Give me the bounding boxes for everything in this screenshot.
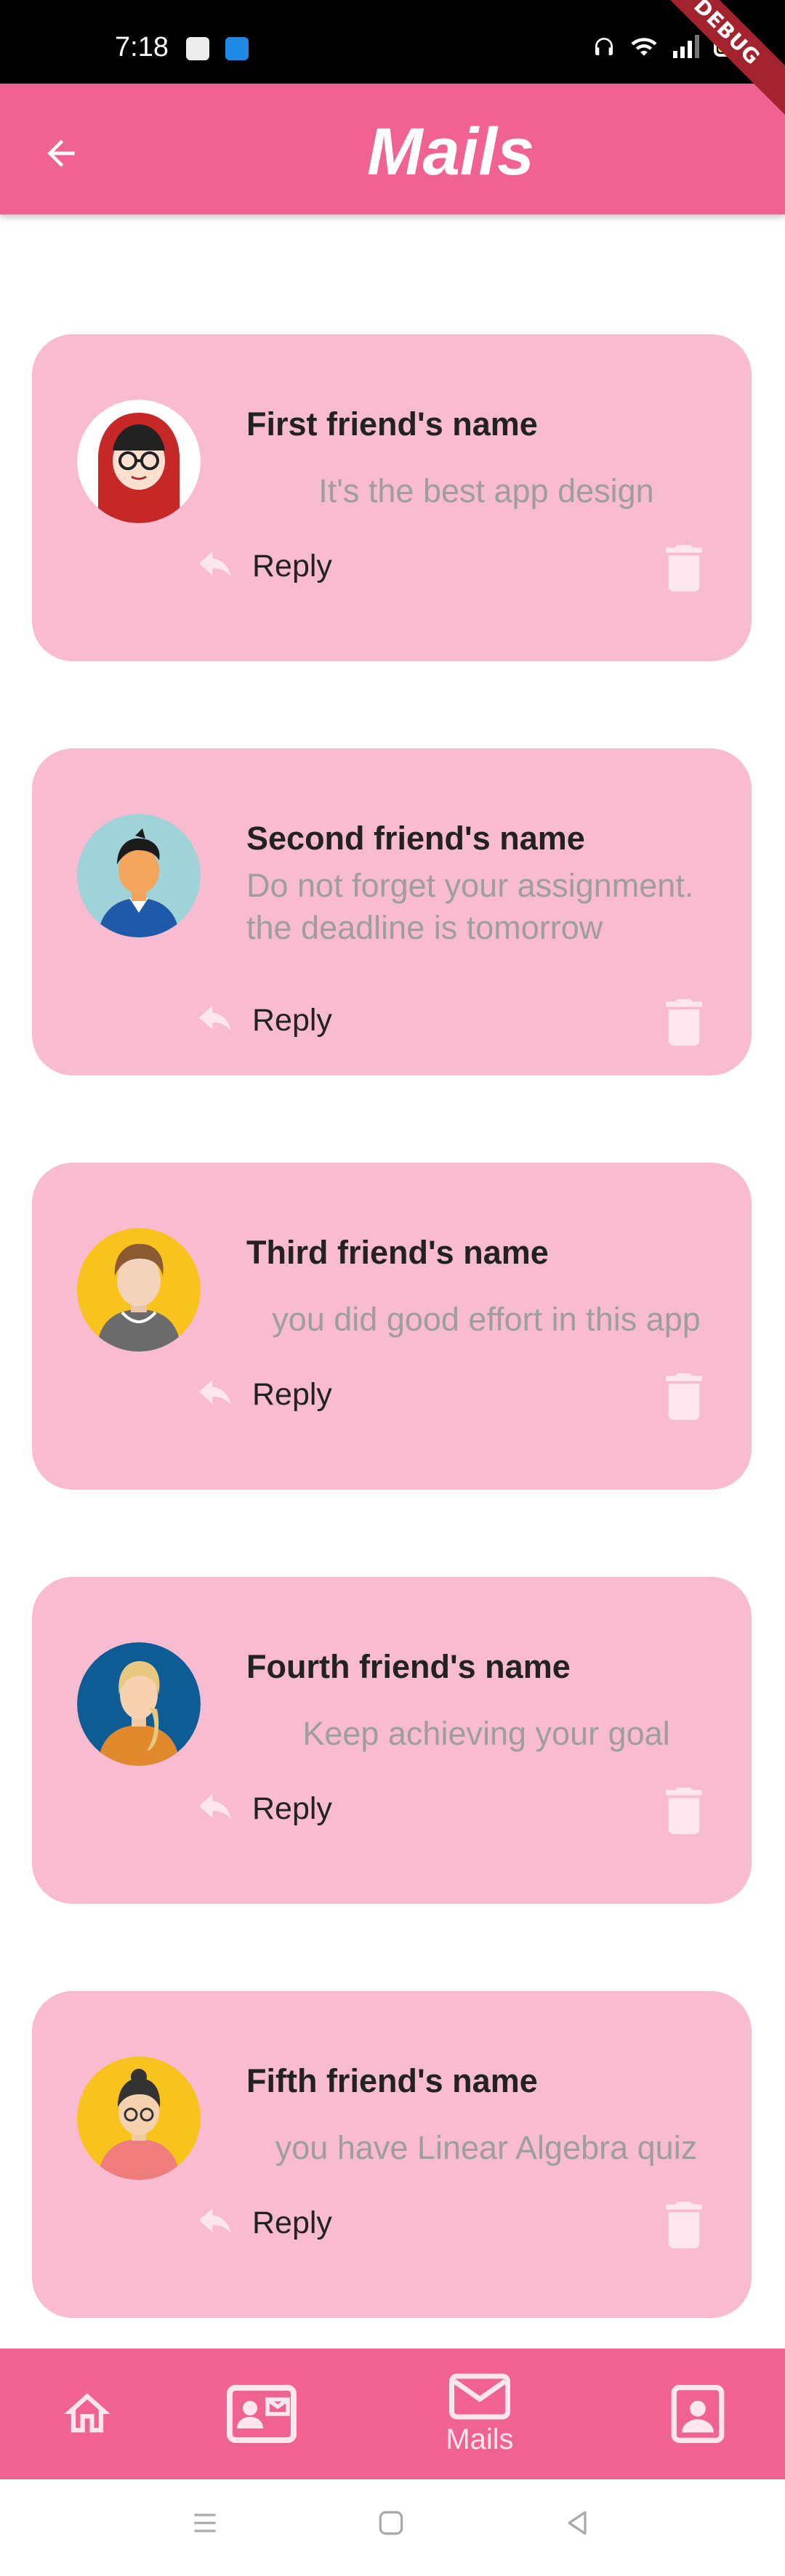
reply-label: Reply <box>252 1377 332 1412</box>
mail-card[interactable]: Fifth friend's name you have Linear Alge… <box>32 1991 752 2318</box>
boy-avatar-icon <box>77 814 201 937</box>
reply-icon <box>198 1793 231 1820</box>
reply-label: Reply <box>252 1791 332 1826</box>
mail-card[interactable]: Fourth friend's name Keep achieving your… <box>32 1577 752 1904</box>
nav-item-contact-card[interactable] <box>654 2349 741 2479</box>
reply-button[interactable]: Reply <box>196 1003 332 1038</box>
avatar <box>77 1642 201 1766</box>
status-time: 7:18 <box>115 32 169 62</box>
sender-name: First friend's name <box>246 405 538 443</box>
reply-button[interactable]: Reply <box>196 1377 332 1413</box>
reply-button[interactable]: Reply <box>196 2205 332 2241</box>
delete-icon[interactable] <box>664 545 704 591</box>
delete-icon[interactable] <box>664 1373 704 1420</box>
mail-card[interactable]: First friend's name It's the best app de… <box>32 334 752 661</box>
home-button-icon[interactable] <box>375 2507 407 2539</box>
mail-icon <box>449 2373 510 2419</box>
avatar <box>77 2056 201 2180</box>
sender-name: Fifth friend's name <box>246 2062 538 2099</box>
message-preview: Keep achieving your goal <box>302 1715 670 1752</box>
delete-icon[interactable] <box>664 1788 704 1834</box>
delete-icon[interactable] <box>664 999 704 1046</box>
nav-label: Mails <box>446 2423 514 2455</box>
app-bar: Mails <box>0 84 785 214</box>
nav-item-mails[interactable]: Mails <box>422 2349 538 2479</box>
bottom-navigation-bar: Mails <box>0 2349 785 2479</box>
page-title: Mails <box>366 115 535 189</box>
message-preview: It's the best app design <box>318 472 654 509</box>
nav-item-contact-mail[interactable] <box>218 2349 305 2479</box>
sender-name: Fourth friend's name <box>246 1648 571 1685</box>
wifi-icon <box>631 38 657 56</box>
back-triangle-icon[interactable] <box>561 2507 593 2539</box>
system-navigation-bar <box>0 2479 785 2576</box>
reply-icon <box>198 551 231 577</box>
avatar <box>77 400 201 523</box>
mail-card[interactable]: Second friend's name Do not forget your … <box>32 748 752 1075</box>
home-icon <box>64 2393 110 2433</box>
menu-icon[interactable] <box>189 2507 221 2539</box>
nav-item-home[interactable] <box>44 2349 131 2479</box>
sender-name: Second friend's name <box>246 820 585 857</box>
sender-name: Third friend's name <box>246 1234 549 1271</box>
contact-mail-icon <box>227 2385 297 2443</box>
message-preview: you did good effort in this app <box>272 1301 701 1338</box>
reply-icon <box>198 1379 231 1405</box>
signal-icon <box>673 35 699 58</box>
hijab-girl-avatar-icon <box>77 400 201 523</box>
mail-notification-icon <box>186 37 209 60</box>
reply-icon <box>198 1005 231 1031</box>
hoodie-man-avatar-icon <box>77 1228 201 1352</box>
reply-label: Reply <box>252 549 332 584</box>
avatar <box>77 814 201 937</box>
mail-card[interactable]: Third friend's name you did good effort … <box>32 1163 752 1490</box>
message-preview: you have Linear Algebra quiz <box>275 2129 698 2166</box>
reply-button[interactable]: Reply <box>196 549 332 584</box>
blonde-woman-avatar-icon <box>77 1642 201 1766</box>
headphones-icon <box>595 38 613 55</box>
reply-button[interactable]: Reply <box>196 1791 332 1827</box>
status-bar: 7:18 <box>0 0 785 84</box>
usb-notification-icon <box>225 37 249 60</box>
delete-icon[interactable] <box>664 2202 704 2248</box>
glasses-woman-avatar-icon <box>77 2056 201 2180</box>
reply-icon <box>198 2208 231 2234</box>
reply-label: Reply <box>252 1003 332 1038</box>
contact-card-icon <box>671 2385 725 2443</box>
reply-label: Reply <box>252 2205 332 2240</box>
message-preview: Do not forget your assignment. the deadl… <box>246 867 694 946</box>
avatar <box>77 1228 201 1352</box>
